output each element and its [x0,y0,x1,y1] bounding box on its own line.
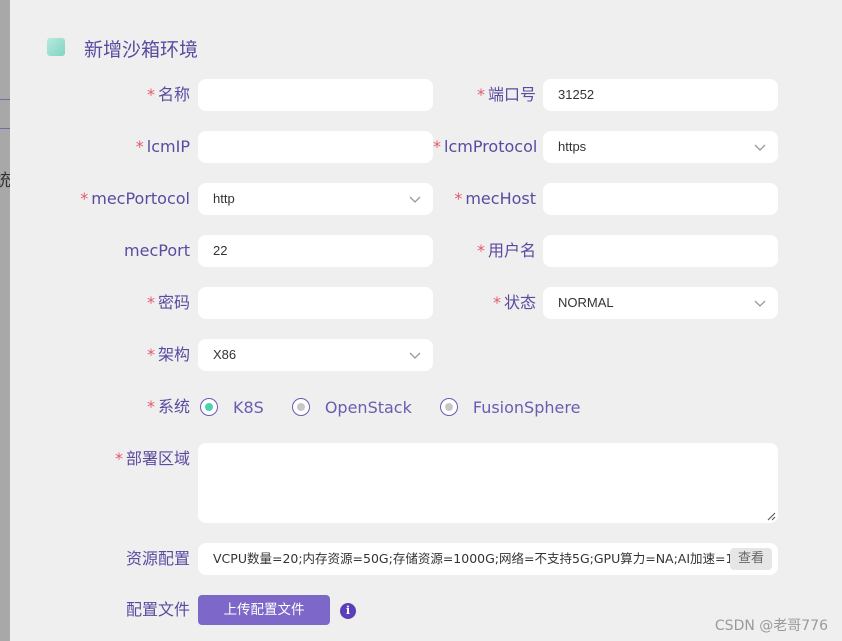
name-label-text: 名称 [157,85,190,104]
chevron-down-icon [754,300,766,307]
resource-label: 资源配置 [10,543,190,575]
required-mark: * [492,293,501,312]
dialog-title: 新增沙箱环境 [84,39,199,61]
mecport-input[interactable]: 22 [198,235,433,267]
chevron-down-icon [409,196,421,203]
arch-select[interactable]: X86 [198,339,433,371]
resize-grip-icon[interactable] [767,512,776,521]
mecportocol-select[interactable]: http [198,183,433,215]
arch-label: * 架构 [10,339,190,371]
lcmip-label-text: lcmIP [146,137,190,156]
view-button[interactable]: 查看 [729,548,772,570]
mechost-input[interactable] [543,183,778,215]
required-mark: * [454,189,463,208]
status-label-text: 状态 [503,293,536,312]
radio-button-icon [291,398,310,416]
required-mark: * [146,85,155,104]
radio-label: FusionSphere [472,397,581,417]
background-divider [0,128,10,129]
region-label: * 部署区域 [10,443,190,475]
arch-label-text: 架构 [157,345,190,364]
status-value: NORMAL [558,295,614,310]
radio-fusionsphere[interactable]: FusionSphere [439,397,581,417]
required-mark: * [80,189,89,208]
mecportocol-value: http [213,191,235,206]
lcmprotocol-label-text: lcmProtocol [444,137,538,156]
password-input[interactable] [198,287,433,319]
chevron-down-icon [754,144,766,151]
lcmip-label: * lcmIP [10,131,190,163]
system-radio-group: K8S OpenStack FusionSphere [200,391,608,423]
required-mark: * [146,397,155,416]
mechost-label: * mecHost [433,183,536,215]
name-input[interactable] [198,79,433,111]
arch-value: X86 [213,347,237,362]
radio-button-icon [439,398,458,416]
required-mark: * [146,293,155,312]
watermark: CSDN @老哥776 [714,618,828,634]
lcmprotocol-value: https [558,139,587,154]
mecportocol-label-text: mecPortocol [91,189,190,208]
mechost-label-text: mecHost [465,189,536,208]
status-select[interactable]: NORMAL [543,287,778,319]
port-label-text: 端口号 [487,85,536,104]
required-mark: * [476,85,485,104]
mecport-label-text: mecPort [124,241,190,260]
username-input[interactable] [543,235,778,267]
port-input[interactable]: 31252 [543,79,778,111]
required-mark: * [146,345,155,364]
name-label: * 名称 [10,79,190,111]
status-label: * 状态 [433,287,536,319]
password-label: * 密码 [10,287,190,319]
region-label-text: 部署区域 [125,449,190,468]
region-textarea[interactable] [198,443,778,523]
radio-openstack[interactable]: OpenStack [291,397,412,417]
required-mark: * [135,137,144,156]
info-icon[interactable]: i [340,603,356,619]
upload-config-button[interactable]: 上传配置文件 [198,595,330,625]
background-divider [0,99,10,100]
radio-label: K8S [233,397,264,417]
port-label: * 端口号 [433,79,536,111]
mecportocol-label: * mecPortocol [10,183,190,215]
config-file-label-text: 配置文件 [125,600,190,619]
resource-value: VCPU数量=20;内存资源=50G;存储资源=1000G;网络=不支持5G;G… [213,551,743,566]
chevron-down-icon [409,352,421,359]
system-label-text: 系统 [157,397,190,416]
resource-input[interactable]: VCPU数量=20;内存资源=50G;存储资源=1000G;网络=不支持5G;G… [198,543,778,575]
add-sandbox-dialog: 新增沙箱环境 * 名称 * 端口号 31252 * lcmIP * lcmProtoco… [10,0,842,641]
system-label: * 系统 [10,391,190,423]
lcmprotocol-select[interactable]: https [543,131,778,163]
lcmip-input[interactable] [198,131,433,163]
radio-label: OpenStack [324,397,412,417]
lcmprotocol-label: * lcmProtocol [433,131,538,163]
username-label: * 用户名 [433,235,536,267]
required-mark: * [433,137,441,156]
password-label-text: 密码 [157,293,190,312]
required-mark: * [114,449,123,468]
radio-k8s[interactable]: K8S [200,398,264,417]
config-file-label: 配置文件 [10,594,190,626]
square-icon [47,38,65,56]
resource-label-text: 资源配置 [125,549,190,568]
username-label-text: 用户名 [487,241,536,260]
mecport-label: mecPort [10,235,190,267]
required-mark: * [476,241,485,260]
background-strip [0,0,10,641]
radio-button-icon [200,398,218,416]
